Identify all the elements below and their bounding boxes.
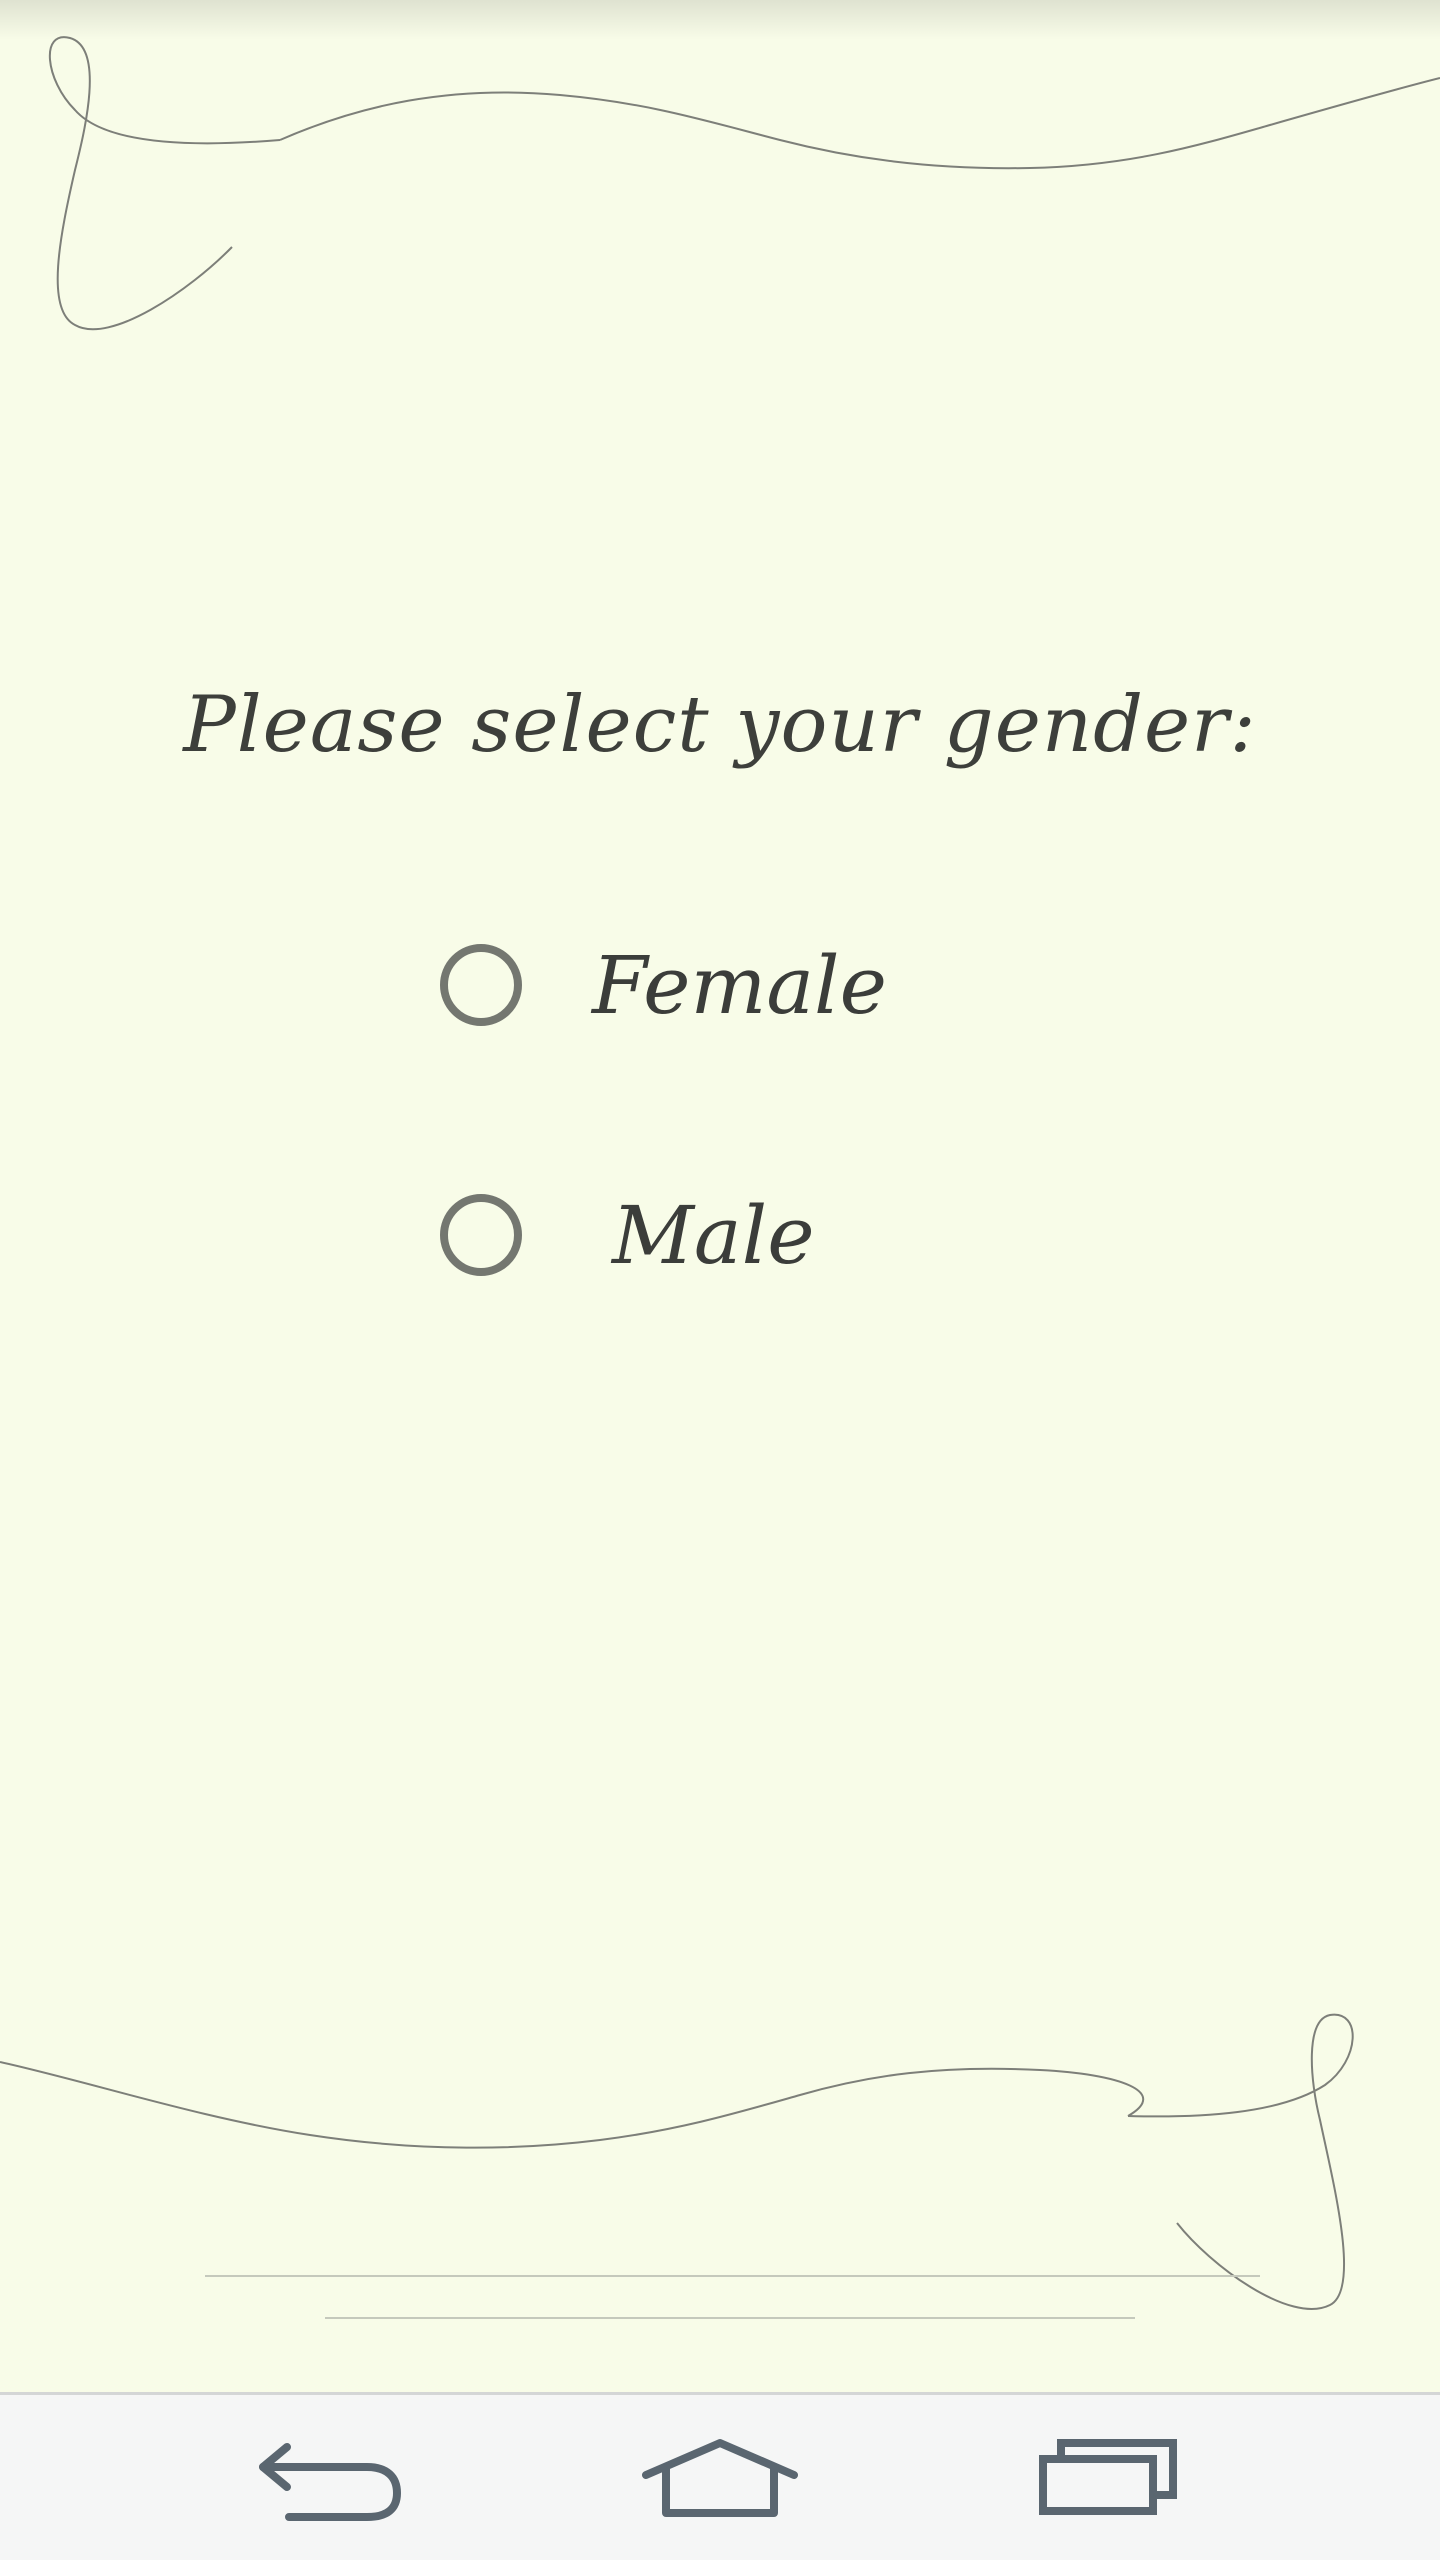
home-icon: [642, 2439, 798, 2517]
back-button[interactable]: [240, 2423, 420, 2533]
male-option[interactable]: Male: [440, 1185, 815, 1285]
male-radio-button[interactable]: [440, 1194, 522, 1276]
male-label[interactable]: Male: [612, 1189, 815, 1282]
gender-question: Please select your gender:: [183, 680, 1257, 770]
recents-button[interactable]: [1020, 2423, 1200, 2533]
divider-line: [205, 2275, 1260, 2277]
female-option[interactable]: Female: [440, 935, 887, 1035]
system-navigation-bar: [0, 2392, 1440, 2560]
female-radio-button[interactable]: [440, 944, 522, 1026]
back-icon: [259, 2443, 402, 2521]
female-label[interactable]: Female: [592, 939, 887, 1032]
top-shadow: [0, 0, 1440, 40]
gender-selection-screen: Please select your gender: Female Male: [0, 0, 1440, 2560]
divider-line: [325, 2317, 1135, 2319]
top-flourish: [49, 36, 1440, 331]
home-button[interactable]: [630, 2423, 810, 2533]
recents-icon: [1039, 2439, 1177, 2515]
bottom-flourish: [0, 2013, 1354, 2310]
